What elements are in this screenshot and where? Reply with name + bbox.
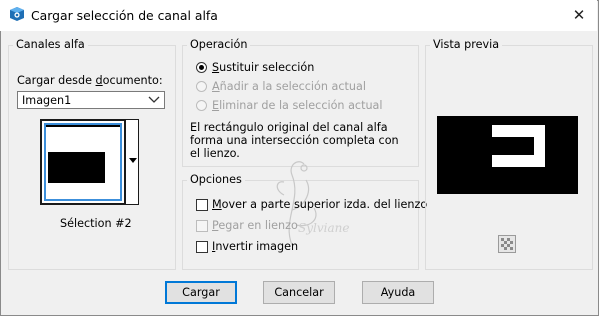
radio-eliminar-label[interactable]: Eliminar de la selección actual: [212, 99, 383, 112]
close-icon: ✕: [572, 6, 586, 24]
window-title: Cargar selección de canal alfa: [31, 8, 218, 23]
channel-thumbnail[interactable]: [40, 119, 126, 205]
thumbnail-dropdown-button[interactable]: [125, 119, 139, 205]
cargar-desde-label: Cargar desde documento:: [17, 74, 163, 87]
chevron-down-icon: [148, 96, 160, 103]
thumbnail-image: [48, 152, 105, 183]
close-button[interactable]: ✕: [561, 0, 597, 31]
operacion-description-line2: forma una intersección completa con: [190, 134, 399, 147]
cancelar-button[interactable]: Cancelar: [263, 281, 335, 304]
document-select-value: Imagen1: [22, 94, 72, 107]
radio-anadir[interactable]: [196, 81, 207, 92]
checkbox-invertir-label[interactable]: Invertir imagen: [212, 240, 298, 253]
document-select[interactable]: Imagen1: [17, 91, 165, 109]
ayuda-button[interactable]: Ayuda: [362, 281, 434, 304]
opciones-legend: Opciones: [187, 173, 245, 186]
thumbnail-caption: Sélection #2: [60, 217, 132, 230]
canales-legend: Canales alfa: [13, 38, 88, 51]
radio-sustituir[interactable]: [196, 62, 207, 73]
preview-shape: [492, 125, 545, 167]
app-icon: [9, 6, 25, 22]
thumbnail-selection-frame: [44, 123, 122, 201]
preview-zoom-button[interactable]: [498, 235, 516, 253]
checkbox-pegar[interactable]: [196, 220, 208, 232]
watermark-text: Sylviane: [298, 221, 349, 235]
radio-sustituir-label[interactable]: Sustituir selección: [212, 61, 314, 74]
radio-anadir-label[interactable]: Añadir a la selección actual: [212, 80, 366, 93]
checkbox-invertir[interactable]: [196, 241, 208, 253]
triangle-down-icon: [129, 158, 137, 163]
checkbox-pegar-label[interactable]: Pegar en lienzo: [212, 219, 298, 232]
preview-legend: Vista previa: [430, 38, 503, 51]
radio-selected-dot: [199, 65, 204, 70]
preview-image: [437, 116, 578, 194]
radio-eliminar[interactable]: [196, 100, 207, 111]
operacion-legend: Operación: [187, 38, 251, 51]
checkbox-mover-label[interactable]: Mover a parte superior izda. del lienzo: [212, 198, 427, 211]
checkerboard-icon: [501, 238, 513, 250]
checkbox-mover[interactable]: [196, 199, 208, 211]
operacion-description-line3: el lienzo.: [190, 147, 240, 160]
thumbnail-top-bar: [46, 125, 120, 127]
operacion-description-line1: El rectángulo original del canal alfa: [190, 121, 388, 134]
cargar-button[interactable]: Cargar: [165, 281, 237, 304]
